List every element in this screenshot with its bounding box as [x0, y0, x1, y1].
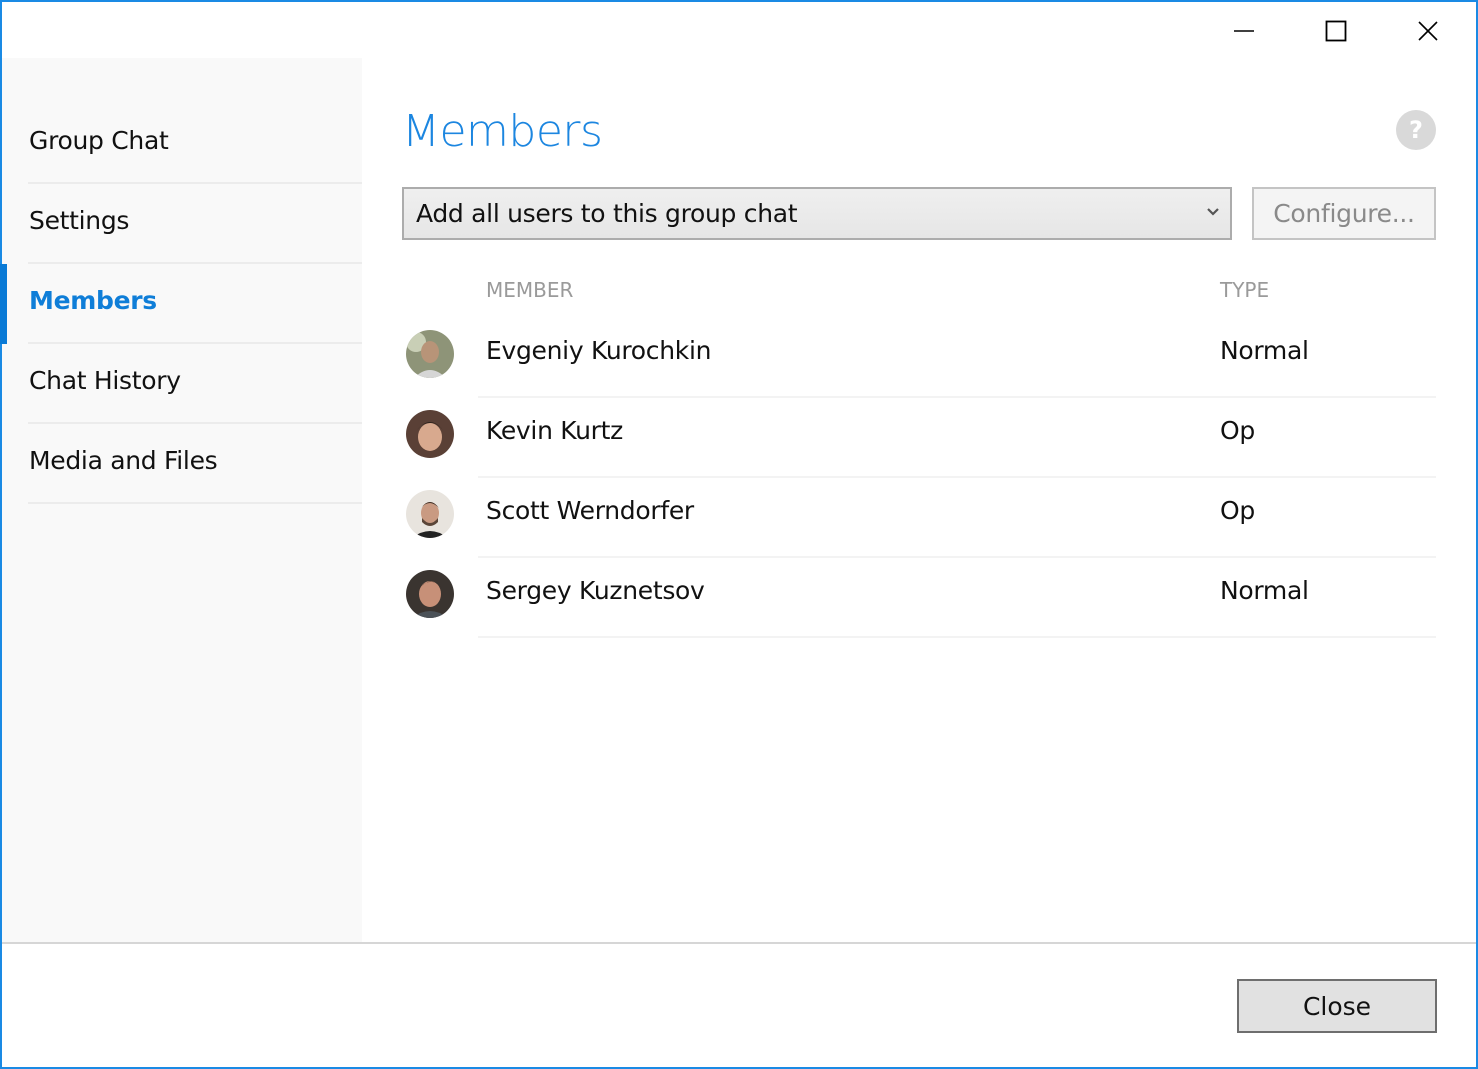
- maximize-button[interactable]: [1290, 2, 1382, 60]
- active-indicator: [0, 264, 7, 344]
- member-row[interactable]: Evgeniy Kurochkin Normal: [402, 318, 1436, 398]
- column-header-member[interactable]: MEMBER: [486, 278, 573, 302]
- close-icon: [1418, 21, 1438, 41]
- add-users-dropdown[interactable]: Add all users to this group chat: [402, 187, 1232, 240]
- sidebar-item-label: Members: [29, 286, 157, 315]
- member-type: Op: [1220, 496, 1255, 525]
- member-name: Kevin Kurtz: [486, 416, 623, 445]
- dropdown-selected-value: Add all users to this group chat: [416, 199, 798, 228]
- help-icon: ?: [1409, 116, 1423, 144]
- title-bar: [2, 2, 1476, 60]
- help-button[interactable]: ?: [1396, 110, 1436, 150]
- close-window-button[interactable]: [1382, 2, 1474, 60]
- sidebar-item-members[interactable]: Members: [0, 264, 362, 344]
- avatar: [406, 490, 454, 538]
- minimize-icon: [1234, 30, 1254, 32]
- close-button[interactable]: Close: [1237, 979, 1437, 1033]
- maximize-icon: [1325, 20, 1347, 42]
- sidebar-item-label: Media and Files: [29, 446, 218, 475]
- minimize-button[interactable]: [1198, 2, 1290, 60]
- chevron-down-icon: [1207, 208, 1219, 216]
- avatar: [406, 410, 454, 458]
- sidebar-item-group-chat[interactable]: Group Chat: [2, 104, 362, 184]
- member-row[interactable]: Kevin Kurtz Op: [402, 398, 1436, 478]
- member-name: Sergey Kuznetsov: [486, 576, 705, 605]
- members-panel: Members ? Add all users to this group ch…: [362, 58, 1476, 942]
- divider: [478, 636, 1436, 638]
- sidebar-item-label: Chat History: [29, 366, 181, 395]
- member-type: Normal: [1220, 576, 1309, 605]
- divider: [28, 502, 362, 504]
- sidebar-item-chat-history[interactable]: Chat History: [2, 344, 362, 424]
- member-name: Scott Werndorfer: [486, 496, 694, 525]
- sidebar-item-media-and-files[interactable]: Media and Files: [2, 424, 362, 504]
- sidebar-item-label: Group Chat: [29, 126, 169, 155]
- footer-divider: [2, 942, 1476, 944]
- member-type: Normal: [1220, 336, 1309, 365]
- member-type: Op: [1220, 416, 1255, 445]
- member-name: Evgeniy Kurochkin: [486, 336, 712, 365]
- avatar: [406, 570, 454, 618]
- group-chat-settings-window: Group Chat Settings Members Chat History…: [0, 0, 1478, 1069]
- configure-button[interactable]: Configure...: [1252, 187, 1436, 240]
- avatar: [406, 330, 454, 378]
- member-row[interactable]: Sergey Kuznetsov Normal: [402, 558, 1436, 638]
- member-row[interactable]: Scott Werndorfer Op: [402, 478, 1436, 558]
- column-header-type[interactable]: TYPE: [1220, 278, 1269, 302]
- sidebar-item-settings[interactable]: Settings: [2, 184, 362, 264]
- sidebar-nav: Group Chat Settings Members Chat History…: [0, 58, 362, 942]
- sidebar-item-label: Settings: [29, 206, 130, 235]
- page-title: Members: [402, 106, 603, 157]
